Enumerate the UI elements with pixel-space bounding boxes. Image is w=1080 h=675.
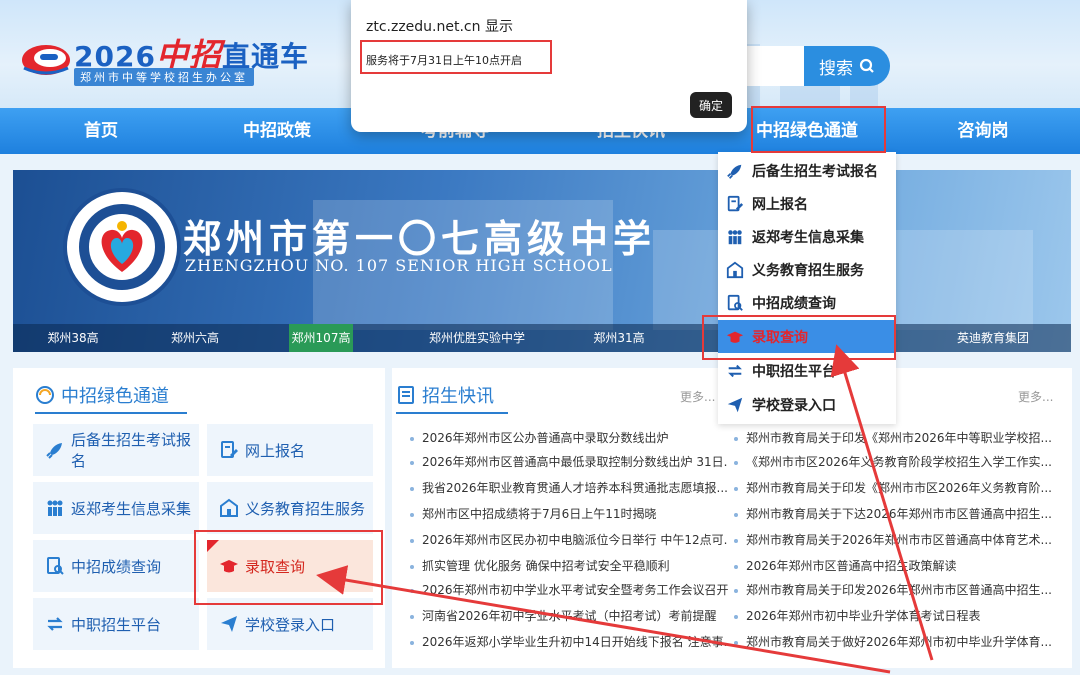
more-link-right[interactable]: 更多... — [1018, 388, 1053, 405]
paper-plane-icon — [221, 616, 237, 632]
annotation-box-message — [360, 40, 552, 74]
dropdown-item-school-login[interactable]: 学校登录入口 — [718, 388, 896, 421]
news-item[interactable]: 2026年返郑小学毕业生升初中14日开始线下报名 注意事... — [410, 634, 728, 650]
btn-compulsory-edu-service[interactable]: 义务教育招生服务 — [207, 482, 373, 534]
dropdown-item-returning-student-info[interactable]: 返郑考生信息采集 — [718, 220, 896, 253]
news-item[interactable]: 2026年郑州市区普通高中最低录取控制分数线出炉 31日... — [410, 454, 728, 470]
news-item[interactable]: 我省2026年职业教育贯通人才培养本科贯通批志愿填报... — [410, 480, 728, 496]
school-banner[interactable]: 郑州市第一〇七高级中学 ZHENGZHOU NO. 107 SENIOR HIG… — [13, 170, 1071, 352]
title-underline — [396, 412, 508, 414]
news-title: 招生快讯 — [396, 382, 494, 408]
emblem-heart-icon — [79, 204, 165, 290]
rocket-icon — [46, 443, 62, 459]
news-item[interactable]: 郑州市教育局关于做好2026年郑州市初中毕业升学体育... — [734, 634, 1052, 650]
school-tab-active[interactable]: 郑州107高 — [289, 324, 353, 352]
btn-online-signup[interactable]: 网上报名 — [207, 424, 373, 476]
search-icon — [859, 58, 874, 73]
green-channel-panel: 中招绿色通道 后备生招生考试报名 网上报名 返郑考生信息采集 义务教育招生服务 … — [13, 368, 385, 668]
news-item[interactable]: 郑州市教育局关于下达2026年郑州市市区普通高中招生... — [734, 506, 1052, 522]
green-channel-dropdown: 后备生招生考试报名 网上报名 返郑考生信息采集 义务教育招生服务 中招成绩查询 … — [718, 152, 896, 424]
title-underline — [35, 412, 187, 414]
exchange-icon — [728, 364, 742, 377]
nav-home[interactable]: 首页 — [26, 108, 176, 154]
doc-search-icon — [47, 557, 64, 575]
btn-returning-student-info[interactable]: 返郑考生信息采集 — [33, 482, 199, 534]
news-item[interactable]: 郑州市教育局关于印发《郑州市2026年中等职业学校招... — [734, 430, 1052, 446]
edit-doc-icon — [727, 195, 744, 211]
search-label: 搜索 — [819, 58, 853, 79]
btn-reserve-exam-signup[interactable]: 后备生招生考试报名 — [33, 424, 199, 476]
school-icon — [220, 498, 238, 517]
news-item[interactable]: 2026年郑州市初中毕业升学体育考试日程表 — [734, 608, 1052, 624]
train-icon — [22, 45, 70, 75]
news-item[interactable]: 郑州市教育局关于印发2026年郑州市市区普通高中招生... — [734, 582, 1052, 598]
news-item[interactable]: 郑州市区中招成绩将于7月6日上午11时揭晓 — [410, 506, 728, 522]
news-item[interactable]: 2026年郑州市初中学业水平考试安全暨考务工作会议召开 — [410, 582, 728, 598]
nav-consult[interactable]: 咨询岗 — [908, 108, 1058, 154]
btn-score-query[interactable]: 中招成绩查询 — [33, 540, 199, 592]
doc-search-icon — [727, 294, 743, 311]
news-item[interactable]: 抓实管理 优化服务 确保中招考试安全平稳顺利 — [410, 558, 728, 574]
site-logo[interactable]: 2026中招直通车 郑州市中等学校招生办公室 — [20, 20, 308, 90]
school-tab[interactable]: 郑州31高 — [589, 324, 649, 352]
green-channel-title: 中招绿色通道 — [35, 382, 169, 408]
dialog-title: ztc.zzedu.net.cn 显示 — [366, 19, 513, 35]
school-tab[interactable]: 英迪教育集团 — [953, 324, 1033, 352]
news-item[interactable]: 2026年郑州市区民办初中电脑派位今日举行 中午12点可... — [410, 532, 728, 548]
edit-doc-icon — [221, 441, 238, 458]
dropdown-item-reserve-exam-signup[interactable]: 后备生招生考试报名 — [718, 154, 896, 187]
school-tab-bar: 郑州38高 郑州六高 郑州107高 郑州优胜实验中学 郑州31高 英迪教育集团 — [13, 324, 1071, 352]
search-button[interactable]: 搜索 — [804, 46, 890, 86]
news-item[interactable]: 郑州市教育局关于2026年郑州市市区普通高中体育艺术... — [734, 532, 1052, 548]
people-icon — [47, 500, 63, 516]
school-tab[interactable]: 郑州优胜实验中学 — [417, 324, 537, 352]
school-tab[interactable]: 郑州六高 — [163, 324, 227, 352]
news-item[interactable]: 2026年郑州市区公办普通高中录取分数线出炉 — [410, 430, 728, 446]
people-icon — [728, 229, 742, 244]
rocket-icon — [727, 164, 742, 179]
school-emblem — [63, 188, 181, 306]
annotation-box-nav — [751, 106, 886, 153]
exchange-icon — [47, 617, 63, 631]
refresh-globe-icon — [36, 386, 54, 404]
banner-title-cn: 郑州市第一〇七高级中学 — [183, 216, 657, 261]
dropdown-item-compulsory-edu-service[interactable]: 义务教育招生服务 — [718, 253, 896, 286]
dialog-ok-button[interactable]: 确定 — [690, 92, 732, 118]
news-item[interactable]: 2026年郑州市区普通高中招生政策解读 — [734, 558, 1052, 574]
banner-title-en: ZHENGZHOU NO. 107 SENIOR HIGH SCHOOL — [185, 256, 613, 275]
paper-plane-icon — [727, 397, 743, 412]
btn-school-login[interactable]: 学校登录入口 — [207, 598, 373, 650]
more-link-left[interactable]: 更多... — [680, 388, 715, 405]
list-doc-icon — [398, 386, 414, 404]
annotation-box-panel-button — [194, 530, 383, 605]
news-item[interactable]: 《郑州市市区2026年义务教育阶段学校招生入学工作实... — [734, 454, 1052, 470]
logo-subtitle: 郑州市中等学校招生办公室 — [74, 68, 254, 86]
school-tab[interactable]: 郑州38高 — [43, 324, 103, 352]
annotation-box-dropdown — [702, 315, 896, 360]
news-item[interactable]: 郑州市教育局关于印发《郑州市市区2026年义务教育阶... — [734, 480, 1052, 496]
news-item[interactable]: 河南省2026年初中学业水平考试（中招考试）考前提醒 — [410, 608, 728, 624]
nav-policy[interactable]: 中招政策 — [202, 108, 352, 154]
school-icon — [726, 261, 744, 278]
btn-vocational-platform[interactable]: 中职招生平台 — [33, 598, 199, 650]
dropdown-item-online-signup[interactable]: 网上报名 — [718, 187, 896, 220]
